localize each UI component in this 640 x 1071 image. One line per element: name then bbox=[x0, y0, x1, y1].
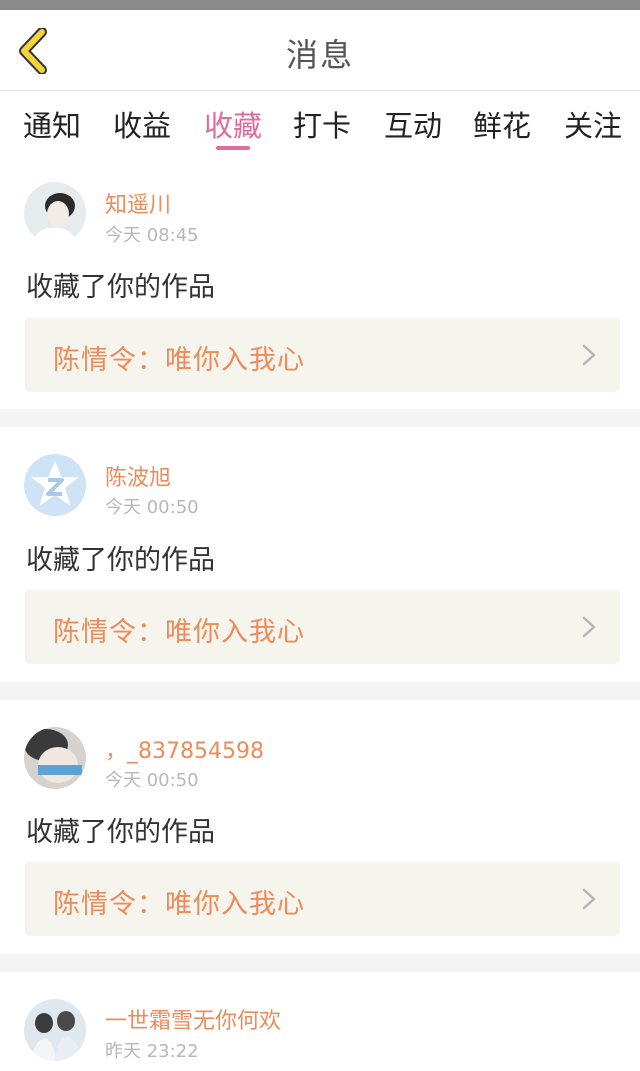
username[interactable]: 知遥川 bbox=[105, 187, 171, 219]
work-title: 陈情令：唯你入我心 bbox=[53, 889, 305, 920]
work-link[interactable]: 陈情令：唯你入我心 bbox=[25, 590, 620, 664]
timestamp: 今天 00:50 bbox=[105, 770, 199, 791]
avatar[interactable] bbox=[24, 454, 86, 516]
status-bar bbox=[0, 0, 640, 10]
tab-favorites[interactable]: 收藏 bbox=[193, 103, 273, 145]
timestamp: 昨天 23:22 bbox=[105, 1041, 199, 1062]
username[interactable]: ，_837854598 bbox=[105, 733, 264, 765]
page-title: 消息 bbox=[285, 36, 354, 74]
tab-flowers[interactable]: 鲜花 bbox=[462, 103, 542, 145]
message-item: 知遥川 今天 08:45 收藏了你的作品 陈情令：唯你入我心 bbox=[0, 163, 640, 409]
work-title: 陈情令：唯你入我心 bbox=[53, 345, 305, 376]
message-item: 一世霜雪无你何欢 昨天 23:22 bbox=[0, 972, 640, 1071]
tab-follow[interactable]: 关注 bbox=[553, 103, 633, 145]
action-text: 收藏了你的作品 bbox=[26, 545, 215, 576]
chevron-right-icon bbox=[582, 888, 596, 914]
divider bbox=[0, 409, 640, 427]
divider bbox=[0, 682, 640, 700]
tab-checkin[interactable]: 打卡 bbox=[282, 103, 362, 145]
work-link[interactable]: 陈情令：唯你入我心 bbox=[25, 318, 620, 392]
tab-bar: 通知 收益 收藏 打卡 互动 鲜花 关注 bbox=[0, 91, 640, 163]
username[interactable]: 一世霜雪无你何欢 bbox=[105, 1003, 281, 1035]
timestamp: 今天 00:50 bbox=[105, 497, 199, 518]
avatar[interactable] bbox=[24, 999, 86, 1061]
tab-earnings[interactable]: 收益 bbox=[102, 103, 182, 145]
work-title: 陈情令：唯你入我心 bbox=[53, 617, 305, 648]
tab-interaction[interactable]: 互动 bbox=[373, 103, 453, 145]
chevron-right-icon bbox=[582, 616, 596, 642]
avatar[interactable] bbox=[24, 182, 86, 244]
tab-notifications[interactable]: 通知 bbox=[12, 103, 92, 145]
action-text: 收藏了你的作品 bbox=[26, 817, 215, 848]
action-text: 收藏了你的作品 bbox=[26, 272, 215, 303]
avatar[interactable] bbox=[24, 727, 86, 789]
username[interactable]: 陈波旭 bbox=[105, 460, 171, 492]
header: 消息 bbox=[0, 10, 640, 91]
message-item: 陈波旭 今天 00:50 收藏了你的作品 陈情令：唯你入我心 bbox=[0, 427, 640, 682]
divider bbox=[0, 954, 640, 972]
chevron-right-icon bbox=[582, 344, 596, 370]
work-link[interactable]: 陈情令：唯你入我心 bbox=[25, 862, 620, 936]
message-item: ，_837854598 今天 00:50 收藏了你的作品 陈情令：唯你入我心 bbox=[0, 700, 640, 954]
active-tab-indicator bbox=[216, 146, 250, 150]
timestamp: 今天 08:45 bbox=[105, 225, 199, 246]
